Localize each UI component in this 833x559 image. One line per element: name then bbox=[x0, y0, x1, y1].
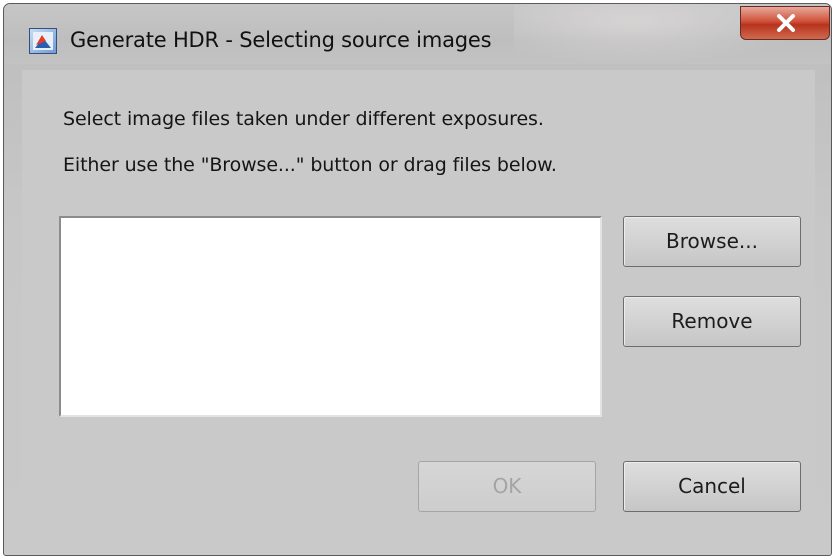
remove-button[interactable]: Remove bbox=[623, 296, 801, 347]
ok-button[interactable]: OK bbox=[418, 461, 596, 512]
close-button[interactable] bbox=[740, 6, 830, 40]
window-title: Generate HDR - Selecting source images bbox=[70, 28, 492, 52]
instruction-text-line-1: Select image files taken under different… bbox=[63, 108, 544, 130]
app-icon bbox=[29, 28, 57, 54]
dialog-content: Select image files taken under different… bbox=[22, 70, 815, 545]
close-icon bbox=[777, 14, 795, 32]
dialog-window: Generate HDR - Selecting source images S… bbox=[3, 3, 832, 556]
browse-button[interactable]: Browse... bbox=[623, 216, 801, 267]
source-file-list[interactable] bbox=[59, 216, 602, 417]
cancel-button[interactable]: Cancel bbox=[623, 461, 801, 512]
title-bar[interactable]: Generate HDR - Selecting source images bbox=[4, 4, 831, 64]
instruction-text-line-2: Either use the "Browse..." button or dra… bbox=[63, 154, 557, 176]
